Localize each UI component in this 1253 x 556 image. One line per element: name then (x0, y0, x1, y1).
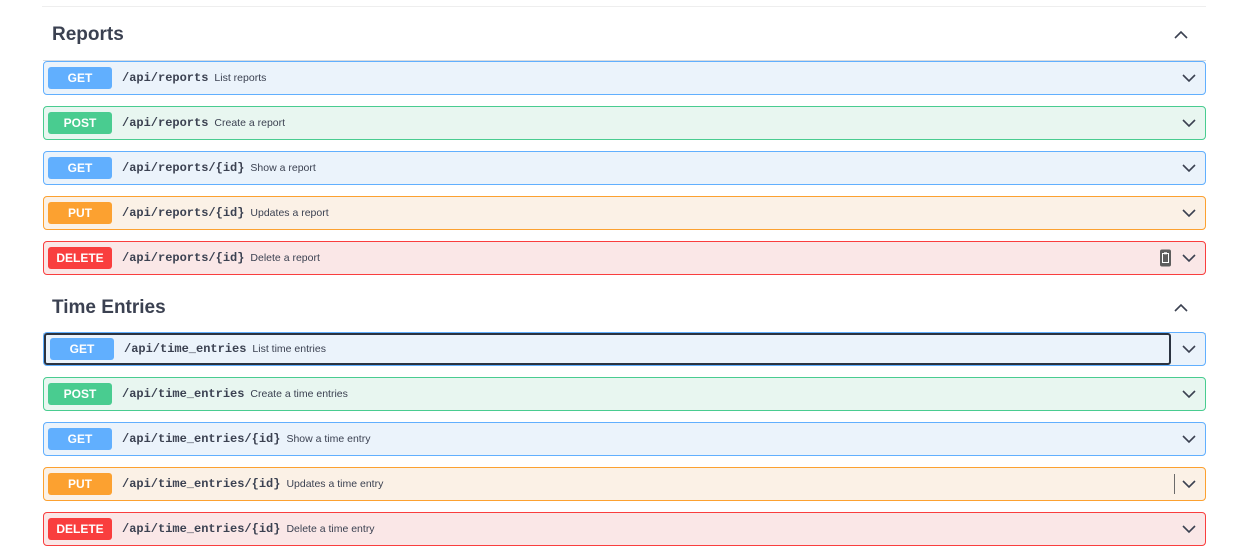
operation-summary-text: Show a report (250, 162, 316, 174)
chevron-down-icon[interactable] (1181, 160, 1197, 176)
chevron-down-icon[interactable] (1181, 431, 1197, 447)
operation-summary-text: Delete a report (250, 252, 320, 264)
method-badge: GET (48, 157, 112, 179)
operation-delete-time-entry[interactable]: DELETE /api/time_entries/{id} Delete a ti… (43, 512, 1206, 546)
method-badge: PUT (48, 473, 112, 495)
operation-get-reports[interactable]: GET /api/reports List reports (43, 61, 1206, 95)
operation-summary[interactable]: PUT /api/time_entries/{id} Updates a time… (44, 468, 1171, 500)
method-badge: GET (50, 338, 114, 360)
method-badge: GET (48, 428, 112, 450)
operation-path: /api/reports (122, 116, 209, 130)
operation-path: /api/time_entries/{id} (122, 432, 281, 446)
operation-summary-text: Create a time entries (250, 388, 348, 400)
operation-summary[interactable]: GET /api/time_entries List time entries (44, 333, 1171, 365)
operation-post-reports[interactable]: POST /api/reports Create a report (43, 106, 1206, 140)
operation-delete-report[interactable]: DELETE /api/reports/{id} Delete a report (43, 241, 1206, 275)
text-cursor-divider (1174, 474, 1175, 494)
operation-get-time-entry-by-id[interactable]: GET /api/time_entries/{id} Show a time en… (43, 422, 1206, 456)
operation-summary-text: Create a report (214, 117, 286, 129)
operation-summary[interactable]: POST /api/reports Create a report (44, 107, 1171, 139)
operation-path-line: /api/time_entries/{id} Show a time entry (122, 432, 370, 446)
copy-to-clipboard-icon[interactable] (1160, 249, 1171, 267)
operation-summary-text: List reports (214, 72, 267, 84)
operation-path-line: /api/reports/{id} Show a report (122, 161, 316, 175)
operation-put-report[interactable]: PUT /api/reports/{id} Updates a report (43, 196, 1206, 230)
chevron-down-icon[interactable] (1181, 115, 1197, 131)
operation-summary-text: Show a time entry (286, 433, 371, 445)
operation-summary-text: List time entries (252, 343, 326, 355)
operation-path-line: /api/time_entries/{id} Delete a time entr… (122, 522, 375, 536)
operation-path: /api/reports/{id} (122, 161, 245, 175)
chevron-down-icon[interactable] (1181, 70, 1197, 86)
method-badge: PUT (48, 202, 112, 224)
method-badge: DELETE (48, 247, 112, 269)
operation-path-line: /api/time_entries Create a time entries (122, 387, 348, 401)
chevron-up-icon[interactable] (1172, 299, 1190, 317)
operation-path-line: /api/time_entries List time entries (124, 342, 326, 356)
section-title: Reports (52, 23, 124, 45)
operation-path-line: /api/reports Create a report (122, 116, 285, 130)
operation-path: /api/reports (122, 71, 209, 85)
chevron-down-icon[interactable] (1181, 341, 1197, 357)
chevron-down-icon[interactable] (1181, 521, 1197, 537)
operation-get-report-by-id[interactable]: GET /api/reports/{id} Show a report (43, 151, 1206, 185)
method-badge: POST (48, 383, 112, 405)
chevron-down-icon[interactable] (1181, 205, 1197, 221)
operation-summary[interactable]: DELETE /api/time_entries/{id} Delete a ti… (44, 513, 1171, 545)
method-badge: GET (48, 67, 112, 89)
chevron-down-icon[interactable] (1181, 250, 1197, 266)
operation-path: /api/time_entries/{id} (122, 477, 281, 491)
operation-summary-text: Updates a report (250, 207, 329, 219)
operation-path-line: /api/reports/{id} Delete a report (122, 251, 320, 265)
operation-summary[interactable]: DELETE /api/reports/{id} Delete a report (44, 242, 1171, 274)
operation-summary[interactable]: PUT /api/reports/{id} Updates a report (44, 197, 1171, 229)
section-header-time-entries[interactable]: Time Entries (43, 282, 1206, 334)
chevron-down-icon[interactable] (1181, 386, 1197, 402)
operation-get-time-entries[interactable]: GET /api/time_entries List time entries (43, 332, 1206, 366)
operation-path-line: /api/time_entries/{id} Updates a time ent… (122, 477, 383, 491)
operation-summary[interactable]: GET /api/time_entries/{id} Show a time en… (44, 423, 1171, 455)
operation-post-time-entries[interactable]: POST /api/time_entries Create a time entr… (43, 377, 1206, 411)
operation-path: /api/reports/{id} (122, 251, 245, 265)
operation-path: /api/reports/{id} (122, 206, 245, 220)
method-badge: POST (48, 112, 112, 134)
operation-put-time-entry[interactable]: PUT /api/time_entries/{id} Updates a time… (43, 467, 1206, 501)
operation-summary-text: Delete a time entry (286, 523, 375, 535)
operation-path: /api/time_entries (122, 387, 245, 401)
operation-path-line: /api/reports List reports (122, 71, 266, 85)
chevron-down-icon[interactable] (1181, 476, 1197, 492)
operation-path-line: /api/reports/{id} Updates a report (122, 206, 329, 220)
method-badge: DELETE (48, 518, 112, 540)
operation-summary[interactable]: GET /api/reports List reports (44, 62, 1171, 94)
operation-summary[interactable]: POST /api/time_entries Create a time entr… (44, 378, 1171, 410)
operation-summary-text: Updates a time entry (286, 478, 384, 490)
operation-summary[interactable]: GET /api/reports/{id} Show a report (44, 152, 1171, 184)
operation-path: /api/time_entries/{id} (122, 522, 281, 536)
section-title: Time Entries (52, 296, 166, 318)
chevron-up-icon[interactable] (1172, 26, 1190, 44)
operation-path: /api/time_entries (124, 342, 247, 356)
top-divider (42, 6, 1206, 7)
section-header-reports[interactable]: Reports (43, 9, 1206, 61)
